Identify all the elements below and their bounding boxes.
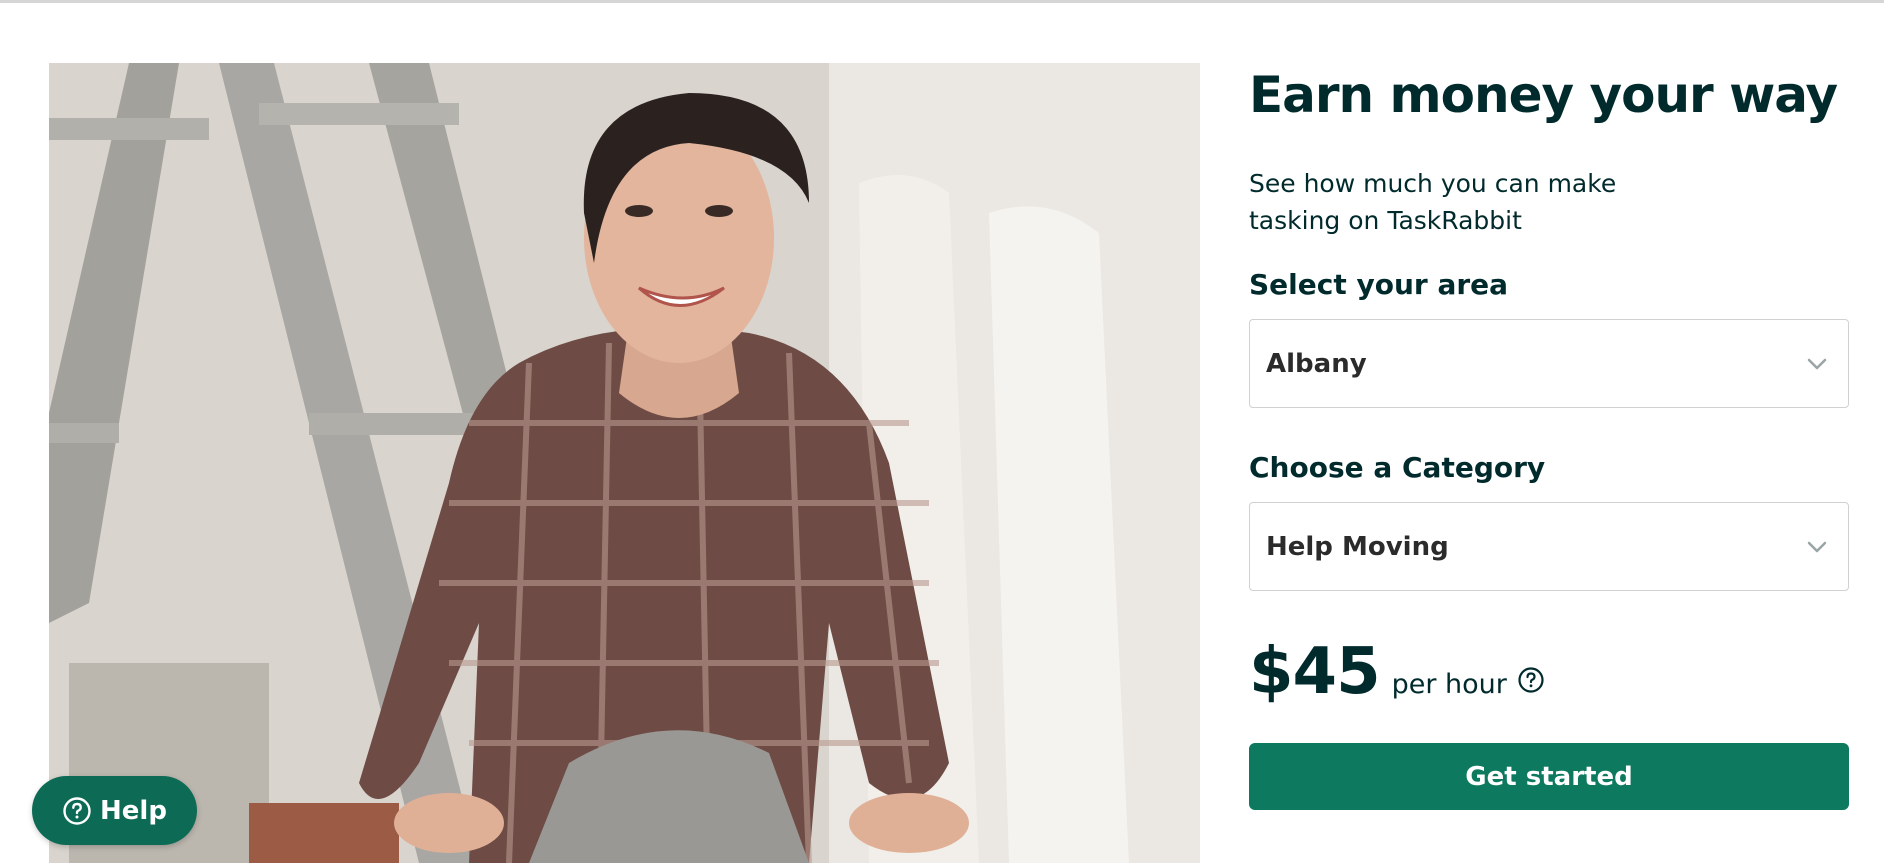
area-label: Select your area bbox=[1249, 268, 1509, 301]
area-select-value: Albany bbox=[1266, 348, 1367, 379]
category-select[interactable]: Help Moving bbox=[1249, 502, 1849, 591]
hourly-rate: $45 per hour bbox=[1249, 635, 1849, 709]
hero-photo bbox=[49, 63, 1200, 863]
question-circle-icon[interactable] bbox=[1517, 666, 1545, 694]
category-label: Choose a Category bbox=[1249, 451, 1546, 484]
help-button[interactable]: Help bbox=[32, 776, 197, 845]
help-label: Help bbox=[100, 795, 167, 826]
top-divider bbox=[0, 0, 1884, 3]
area-select[interactable]: Albany bbox=[1249, 319, 1849, 408]
category-select-value: Help Moving bbox=[1266, 531, 1449, 562]
rate-amount: $45 bbox=[1249, 635, 1381, 709]
earnings-panel: Earn money your way See how much you can… bbox=[1249, 63, 1849, 810]
rate-unit: per hour bbox=[1391, 669, 1507, 700]
subheading: See how much you can make tasking on Tas… bbox=[1249, 169, 1617, 235]
get-started-button[interactable]: Get started bbox=[1249, 743, 1849, 810]
question-circle-icon bbox=[63, 796, 91, 825]
page-title: Earn money your way bbox=[1249, 66, 1838, 124]
chevron-down-icon bbox=[1807, 541, 1827, 552]
hero-photo-illustration bbox=[49, 63, 1200, 863]
chevron-down-icon bbox=[1807, 358, 1827, 369]
